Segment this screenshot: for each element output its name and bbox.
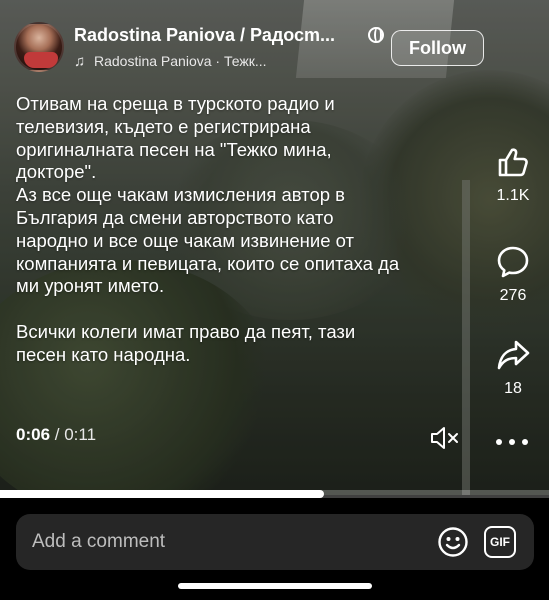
emoji-icon[interactable] [437, 526, 469, 558]
post-caption: Отивам на среща в турското радио и телев… [16, 93, 400, 365]
current-time: 0:06 [16, 425, 51, 444]
dot [522, 439, 528, 445]
more-dots-icon[interactable] [496, 436, 528, 448]
music-note-icon: ♫ [74, 53, 86, 70]
gif-icon[interactable]: GIF [484, 526, 516, 558]
duration: 0:11 [64, 425, 97, 444]
speaker-muted-icon[interactable] [430, 426, 460, 450]
post-header: Radostina Paniova / Радосm... ♫ Radostina… [14, 18, 534, 78]
share-arrow-icon [497, 340, 530, 370]
author-name[interactable]: Radostina Paniova / Радосm... [74, 25, 366, 46]
share-button[interactable]: 18 [484, 338, 542, 398]
video-progress-fill [0, 490, 324, 498]
video-progress-bar[interactable] [0, 490, 549, 498]
like-count: 1.1K [496, 187, 530, 204]
comment-button[interactable]: 276 [484, 245, 542, 305]
dot [509, 439, 515, 445]
like-button[interactable]: 1.1K [484, 145, 542, 205]
dot [496, 439, 502, 445]
comment-bar: GIF [16, 514, 534, 570]
audio-label: Radostina Paniova · Тежк... [94, 53, 267, 69]
comment-count: 276 [499, 287, 527, 304]
comment-bubble-icon [497, 246, 529, 278]
playback-time: 0:06 / 0:11 [16, 425, 96, 445]
home-indicator[interactable] [178, 583, 372, 589]
time-separator: / [50, 425, 65, 444]
globe-icon [368, 27, 384, 43]
share-count: 18 [504, 380, 522, 397]
comment-input[interactable] [32, 514, 402, 570]
follow-button[interactable]: Follow [391, 30, 484, 66]
avatar[interactable] [14, 22, 64, 72]
thumbs-up-icon [498, 148, 528, 177]
audio-link[interactable]: ♫ Radostina Paniova · Тежк... [74, 53, 267, 70]
